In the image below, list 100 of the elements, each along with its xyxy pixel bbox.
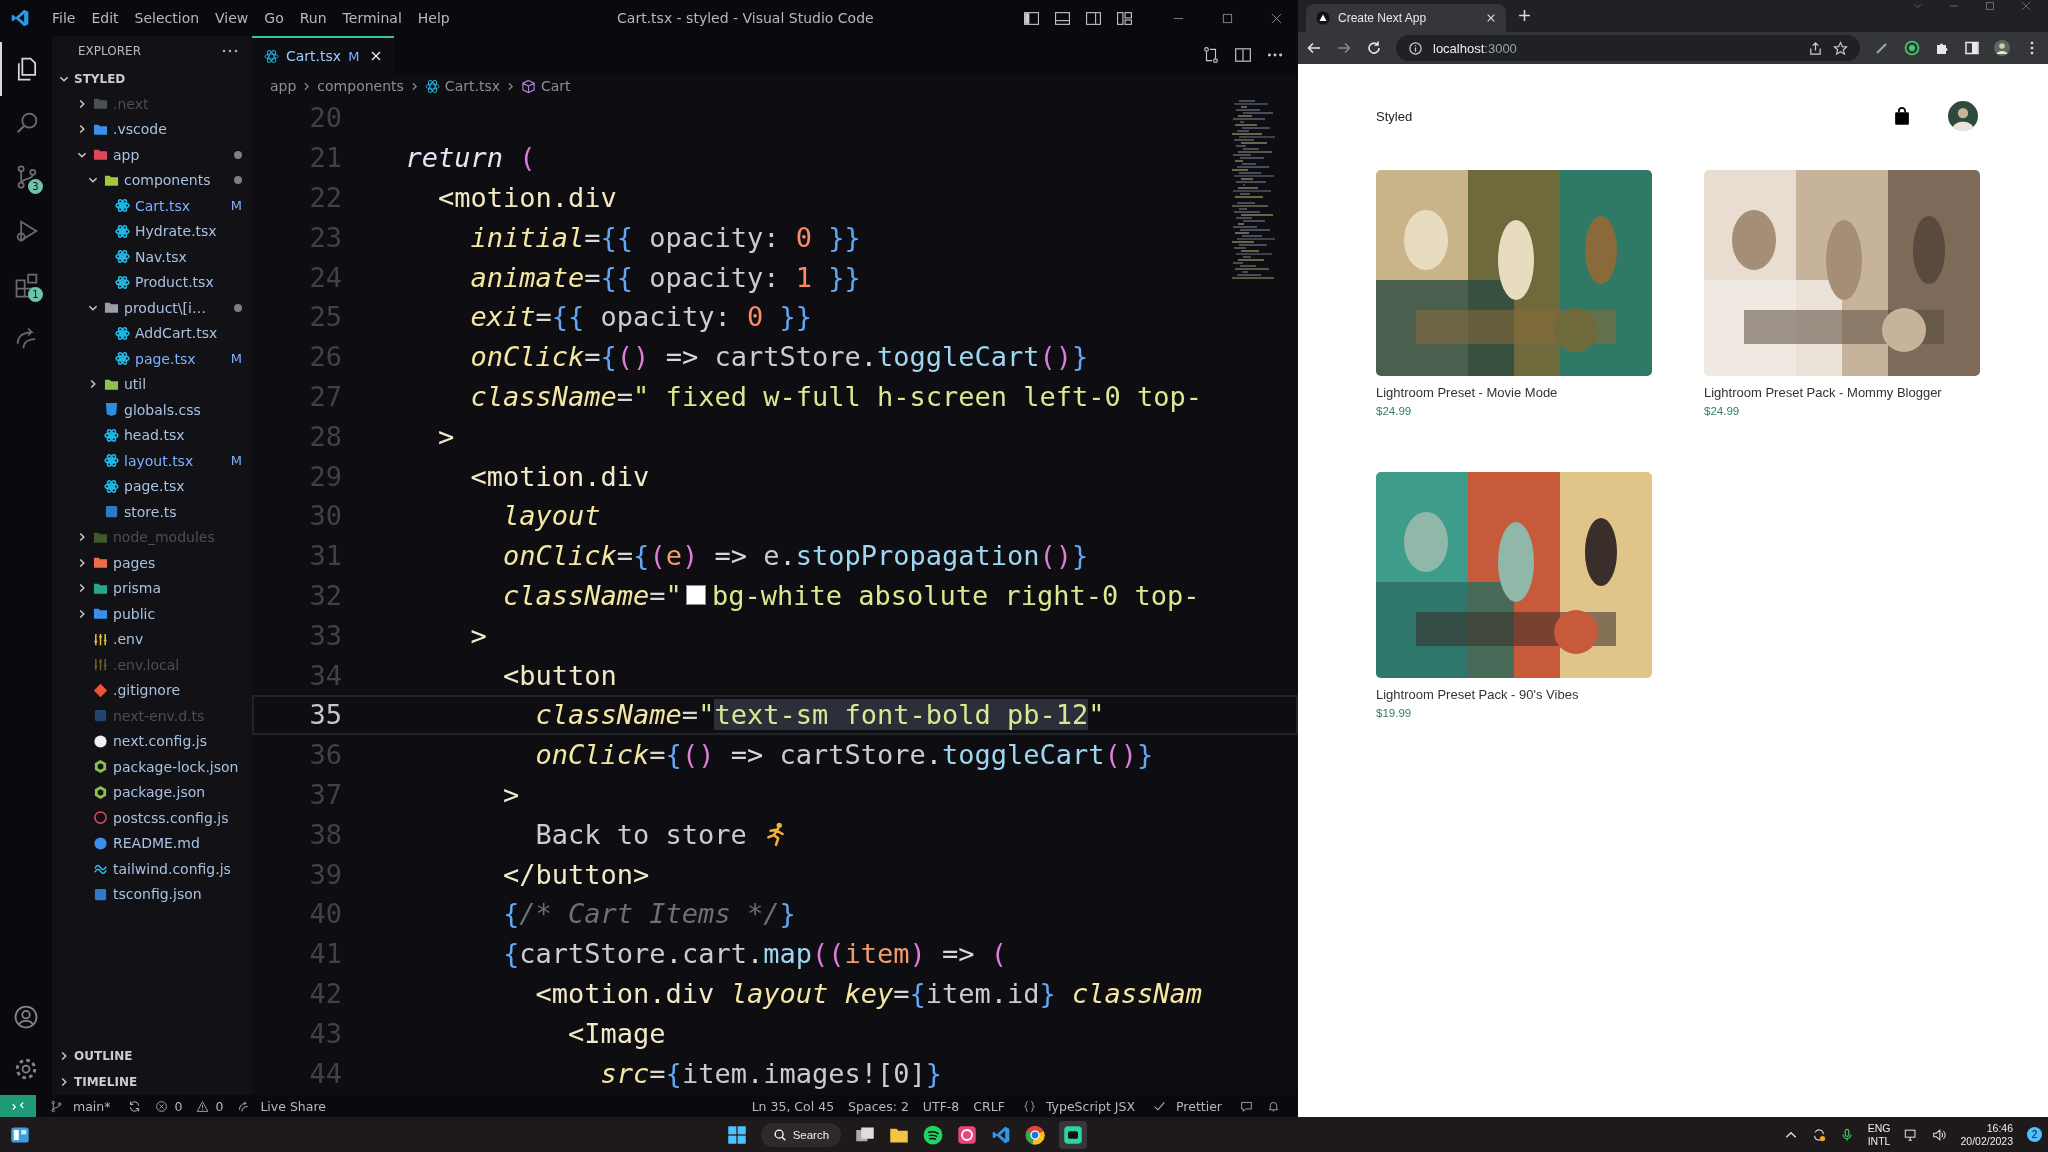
workspace-header[interactable]: STYLED bbox=[52, 66, 252, 91]
menu-item[interactable]: View bbox=[207, 10, 257, 26]
menu-item[interactable]: Terminal bbox=[334, 10, 410, 26]
tree-item[interactable]: AddCart.tsx bbox=[52, 320, 252, 346]
sidebar-toggle-icon[interactable] bbox=[1023, 9, 1040, 27]
back-icon[interactable] bbox=[1306, 40, 1322, 56]
tree-item[interactable]: page.tsx bbox=[52, 473, 252, 499]
tree-item[interactable]: app bbox=[52, 142, 252, 168]
tree-item[interactable]: postcss.config.js bbox=[52, 805, 252, 831]
notification-badge[interactable]: 2 bbox=[2027, 1127, 2042, 1142]
language-mode[interactable]: TypeScript JSX bbox=[1041, 1098, 1139, 1114]
tree-item[interactable]: components bbox=[52, 167, 252, 193]
breadcrumb[interactable]: Cart.tsx bbox=[444, 78, 500, 94]
tree-item[interactable]: Product.tsx bbox=[52, 269, 252, 295]
product-title[interactable]: Lightroom Preset Pack - Mommy Blogger bbox=[1704, 385, 1980, 400]
tree-item[interactable]: prisma bbox=[52, 575, 252, 601]
sync-icon[interactable] bbox=[1811, 1127, 1826, 1142]
chat-app-icon[interactable] bbox=[1059, 1120, 1088, 1149]
split-editor-icon[interactable] bbox=[1234, 46, 1252, 64]
start-icon[interactable] bbox=[726, 1124, 747, 1145]
menu-item[interactable]: Edit bbox=[83, 10, 127, 26]
tree-item[interactable]: Nav.tsx bbox=[52, 244, 252, 270]
menu-item[interactable]: File bbox=[44, 10, 84, 26]
cursor-position[interactable]: Ln 35, Col 45 bbox=[747, 1098, 839, 1114]
input-language[interactable]: ENG bbox=[1867, 1121, 1891, 1135]
panel-toggle-icon[interactable] bbox=[1054, 9, 1071, 27]
extension-ring-icon[interactable] bbox=[1904, 40, 1920, 56]
maximize-icon[interactable] bbox=[1222, 12, 1233, 24]
photos-app-icon[interactable] bbox=[957, 1124, 978, 1145]
tree-item[interactable]: Hydrate.tsx bbox=[52, 218, 252, 244]
site-logo[interactable]: Styled bbox=[1376, 108, 1892, 124]
shopping-bag-icon[interactable] bbox=[1892, 106, 1912, 126]
menu-item[interactable]: Go bbox=[256, 10, 292, 26]
tree-item[interactable]: package-lock.json bbox=[52, 754, 252, 780]
tree-item[interactable]: util bbox=[52, 371, 252, 397]
avatar-icon[interactable] bbox=[1994, 40, 2010, 56]
browser-tab[interactable]: Create Next App bbox=[1306, 4, 1506, 32]
search-button[interactable]: Search bbox=[760, 1122, 842, 1147]
menu-item[interactable]: Run bbox=[291, 10, 335, 26]
code-editor-icon[interactable] bbox=[991, 1124, 1012, 1145]
tree-item[interactable]: pages bbox=[52, 550, 252, 576]
tree-item[interactable]: store.ts bbox=[52, 499, 252, 525]
tree-item[interactable]: public bbox=[52, 601, 252, 627]
branch-name[interactable]: main* bbox=[69, 1098, 115, 1114]
product-title[interactable]: Lightroom Preset Pack - 90's Vibes bbox=[1376, 687, 1652, 702]
tree-item[interactable]: Cart.tsx M bbox=[52, 193, 252, 219]
clock-date[interactable]: 20/02/2023 bbox=[1960, 1134, 2013, 1148]
maximize-icon[interactable] bbox=[1984, 0, 1996, 12]
browser-icon[interactable] bbox=[1025, 1124, 1046, 1145]
share-icon[interactable] bbox=[1808, 40, 1823, 56]
feedback-icon[interactable] bbox=[1240, 1099, 1253, 1113]
bell-icon[interactable] bbox=[1267, 1099, 1280, 1113]
forward-icon[interactable] bbox=[1336, 40, 1352, 56]
tree-item[interactable]: globals.css bbox=[52, 397, 252, 423]
secondary-sidebar-icon[interactable] bbox=[1085, 9, 1102, 27]
formatter[interactable]: Prettier bbox=[1172, 1098, 1226, 1114]
reload-icon[interactable] bbox=[1366, 40, 1382, 56]
breadcrumb[interactable]: components bbox=[317, 78, 404, 94]
menu-item[interactable]: Help bbox=[409, 10, 458, 26]
tree-item[interactable]: README.md bbox=[52, 830, 252, 856]
breadcrumb[interactable]: app bbox=[270, 78, 297, 94]
star-icon[interactable] bbox=[1833, 40, 1848, 56]
side-panel-icon[interactable] bbox=[1964, 40, 1980, 56]
activity-button[interactable]: 1 bbox=[0, 258, 52, 312]
volume-icon[interactable] bbox=[1932, 1127, 1947, 1142]
more-icon[interactable] bbox=[222, 49, 238, 53]
tree-item[interactable]: package.json bbox=[52, 779, 252, 805]
tree-item[interactable]: layout.tsx M bbox=[52, 448, 252, 474]
account-icon[interactable] bbox=[12, 1003, 40, 1031]
keyboard-layout[interactable]: INTL bbox=[1867, 1134, 1891, 1148]
tree-item[interactable]: .gitignore bbox=[52, 677, 252, 703]
panel-header[interactable]: OUTLINE bbox=[52, 1043, 252, 1069]
tree-item[interactable]: tailwind.config.js bbox=[52, 856, 252, 882]
network-icon[interactable] bbox=[1904, 1127, 1919, 1142]
tree-item[interactable]: page.tsx M bbox=[52, 346, 252, 372]
sync-icon[interactable] bbox=[128, 1099, 142, 1113]
compare-icon[interactable] bbox=[1202, 46, 1220, 64]
tree-item[interactable]: next.config.js bbox=[52, 728, 252, 754]
live-share-button[interactable]: Live Share bbox=[256, 1098, 330, 1114]
line-ending[interactable]: CRLF bbox=[969, 1098, 1009, 1114]
new-tab-icon[interactable] bbox=[1518, 9, 1531, 22]
tree-item[interactable]: tsconfig.json bbox=[52, 881, 252, 907]
avatar-icon[interactable] bbox=[1948, 101, 1978, 131]
breadcrumb[interactable]: Cart bbox=[541, 78, 571, 94]
encoding[interactable]: UTF-8 bbox=[918, 1098, 964, 1114]
product-title[interactable]: Lightroom Preset - Movie Mode bbox=[1376, 385, 1652, 400]
clock-time[interactable]: 16:46 bbox=[1986, 1121, 2013, 1135]
tree-item[interactable]: .vscode bbox=[52, 116, 252, 142]
editor-tab[interactable]: Cart.tsx M bbox=[252, 36, 395, 74]
music-app-icon[interactable] bbox=[923, 1124, 944, 1145]
tree-item[interactable]: head.tsx bbox=[52, 422, 252, 448]
indentation[interactable]: Spaces: 2 bbox=[844, 1098, 913, 1114]
activity-button[interactable]: 3 bbox=[0, 150, 52, 204]
menu-item[interactable]: Selection bbox=[126, 10, 208, 26]
address-bar[interactable]: localhost:3000 bbox=[1396, 35, 1860, 61]
tree-item[interactable]: .env bbox=[52, 626, 252, 652]
panel-header[interactable]: TIMELINE bbox=[52, 1069, 252, 1095]
pen-icon[interactable] bbox=[1874, 40, 1890, 56]
tree-item[interactable]: product\[i… bbox=[52, 295, 252, 321]
layout-icon[interactable] bbox=[1116, 9, 1133, 27]
